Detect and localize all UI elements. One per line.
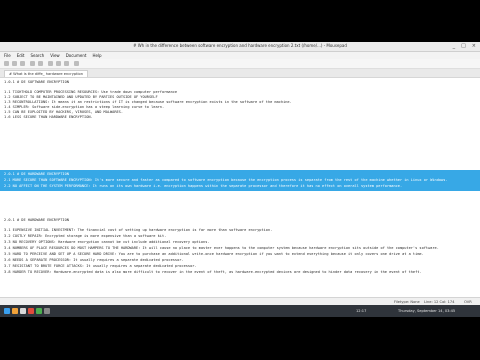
search-icon[interactable] — [74, 61, 79, 66]
copy-icon[interactable] — [56, 61, 61, 66]
browser-icon[interactable] — [28, 308, 34, 314]
text-line: 3.3 NO RECOVERY OPTIONS: Hardware encryp… — [4, 240, 210, 244]
tab-document[interactable]: # What is the diffe_ hardware encryption — [4, 70, 88, 77]
screen: # Wh in the difference between software … — [0, 0, 480, 360]
open-file-icon[interactable] — [12, 61, 17, 66]
menu-file[interactable]: File — [4, 52, 11, 59]
redo-icon[interactable] — [38, 61, 43, 66]
minimize-button[interactable]: _ — [453, 43, 456, 49]
cut-icon[interactable] — [48, 61, 53, 66]
tray-time: 12:17 — [356, 309, 367, 313]
app-icon[interactable] — [36, 308, 42, 314]
menu-edit[interactable]: Edit — [17, 52, 25, 59]
toolbar — [0, 59, 480, 69]
selected-line: 2.0.1 # DE HARDWARE ENCRYPTION — [4, 172, 69, 176]
text-line: 1.0.1 # DE SOFTWARE ENCRYPTION — [4, 80, 69, 84]
text-editor-icon[interactable] — [44, 308, 50, 314]
maximize-button[interactable]: □ — [461, 43, 466, 49]
file-manager-icon[interactable] — [12, 308, 18, 314]
menu-document[interactable]: Document — [66, 52, 87, 59]
selected-line: 2.1 MORE SECURE THAN SOFTWARE ENCRYPTION… — [4, 178, 448, 182]
text-line: 3.8 HARDER TO RECOVER: Hardware-encrypte… — [4, 270, 422, 274]
text-line: 1.6 LESS SECURE THAN HARDWARE ENCRYPTION… — [4, 115, 93, 119]
text-editor[interactable]: 1.0.1 # DE SOFTWARE ENCRYPTION 1.1 TIGHT… — [0, 78, 480, 297]
menu-bar: File Edit Search View Document Help — [0, 52, 480, 59]
selection-highlight: 2.0.1 # DE HARDWARE ENCRYPTION 2.1 MORE … — [0, 170, 480, 191]
text-line: 3.7 RESISTANT TO BRUTE FORCE ATTACKS: It… — [4, 264, 197, 268]
menu-search[interactable]: Search — [30, 52, 44, 59]
text-line: 2.0.1 # DE HARDWARE ENCRYPTION — [4, 218, 69, 222]
datetime[interactable]: Thursday, September 14, 03:45 — [398, 305, 455, 317]
save-file-icon[interactable] — [20, 61, 25, 66]
start-menu-icon[interactable] — [4, 308, 10, 314]
terminal-icon[interactable] — [20, 308, 26, 314]
text-line: 3.6 NEEDS A SEPARATE PROCESSOR: It usual… — [4, 258, 184, 262]
tab-bar: # What is the diffe_ hardware encryption — [0, 69, 480, 78]
text-line: 3.2 COSTLY REPAIR: Encrypted storage is … — [4, 234, 167, 238]
menu-help[interactable]: Help — [92, 52, 101, 59]
window-controls: _ □ × — [453, 43, 476, 49]
paste-icon[interactable] — [64, 61, 69, 66]
text-line: 3.1 EXPENSIVE INITIAL INVESTMENT: The fi… — [4, 228, 273, 232]
text-line: 3.4 NUMBERS OF PLACE RESOURCES DO MOST H… — [4, 246, 439, 250]
undo-icon[interactable] — [30, 61, 35, 66]
menu-view[interactable]: View — [50, 52, 60, 59]
selected-line: 2.2 NO AFFECT ON THE SYSTEM PERFORMANCE:… — [4, 184, 403, 188]
taskbar: 12:17 Thursday, September 14, 03:45 — [0, 305, 480, 317]
new-file-icon[interactable] — [4, 61, 9, 66]
text-line: 3.5 HARD TO PERCEIVE AND SET UP A SECURE… — [4, 252, 424, 256]
title-bar[interactable]: # Wh in the difference between software … — [0, 42, 480, 52]
close-button[interactable]: × — [472, 43, 476, 49]
window-title: # Wh in the difference between software … — [133, 43, 347, 48]
